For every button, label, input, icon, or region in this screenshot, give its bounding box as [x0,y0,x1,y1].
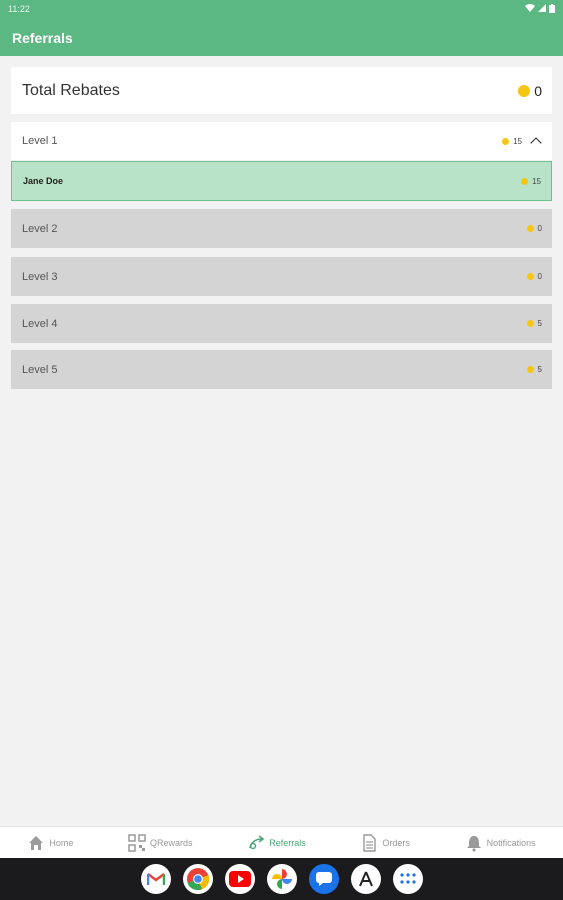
total-rebates-value: 0 [534,82,542,99]
nav-label: Orders [382,837,410,848]
system-dock [0,858,563,900]
coin-icon [526,366,534,373]
photos-icon[interactable] [266,864,297,894]
member-amount: 15 [521,177,541,186]
nav-label: Home [49,837,74,848]
level-label: Level 3 [22,270,58,283]
level-label: Level 1 [22,135,58,147]
level-2-amount: 0 [526,224,542,233]
level-5-amount: 5 [526,365,542,374]
messages-icon[interactable] [308,864,339,894]
qr-icon [128,833,146,852]
level-2-header[interactable]: Level 2 0 [11,209,552,248]
app-bar: 11:22 Referrals [0,0,563,56]
level-5-header[interactable]: Level 5 5 [11,350,552,389]
total-rebates-card: Total Rebates 0 [11,67,552,114]
wifi-icon [525,4,535,14]
level-value: 5 [537,365,542,374]
level-value: 15 [513,136,522,146]
coin-icon [518,84,531,97]
document-icon [360,833,378,852]
referrals-icon [247,834,265,852]
app-drawer-icon[interactable] [392,864,423,894]
nav-home[interactable]: Home [27,834,73,852]
level-4-amount: 5 [526,319,542,328]
level-label: Level 4 [22,317,58,330]
page-title: Referrals [12,30,73,46]
status-bar: 11:22 [0,0,563,18]
total-rebates-amount: 0 [518,83,542,99]
level-label: Level 5 [22,363,58,376]
gmail-icon[interactable] [140,864,171,894]
coin-icon [502,137,510,145]
nav-notifications[interactable]: Notifications [465,834,536,852]
total-rebates-label: Total Rebates [22,81,120,99]
level-3-amount: 0 [526,272,542,281]
assistant-icon[interactable] [350,864,381,894]
bell-icon [465,834,483,852]
coin-icon [526,225,534,232]
nav-referrals[interactable]: Referrals [247,834,306,852]
nav-label: Referrals [269,837,306,848]
youtube-icon[interactable] [224,864,255,894]
level-label: Level 2 [22,222,58,235]
bottom-navigation: Home QRewards Referrals Orders Notificat… [0,826,563,858]
chrome-icon[interactable] [182,864,213,894]
status-time: 11:22 [8,4,30,14]
referral-member-row[interactable]: Jane Doe 15 [11,161,552,201]
level-value: 5 [537,319,542,328]
nav-qrewards[interactable]: QRewards [128,833,193,852]
coin-icon [526,320,534,327]
home-icon [27,834,45,852]
level-1-amount: 15 [502,135,542,149]
nav-orders[interactable]: Orders [360,833,410,852]
coin-icon [526,273,534,280]
signal-icon [538,4,546,14]
member-value: 15 [532,176,541,186]
battery-icon [549,3,555,15]
level-value: 0 [537,272,542,281]
member-name: Jane Doe [23,176,64,186]
status-icons [525,3,555,15]
nav-label: QRewards [150,837,193,848]
coin-icon [521,177,529,185]
nav-label: Notifications [486,837,536,848]
level-1-header[interactable]: Level 1 15 [11,122,552,160]
chevron-up-icon[interactable] [530,137,542,149]
level-3-header[interactable]: Level 3 0 [11,257,552,296]
level-4-header[interactable]: Level 4 5 [11,304,552,343]
level-value: 0 [537,224,542,233]
